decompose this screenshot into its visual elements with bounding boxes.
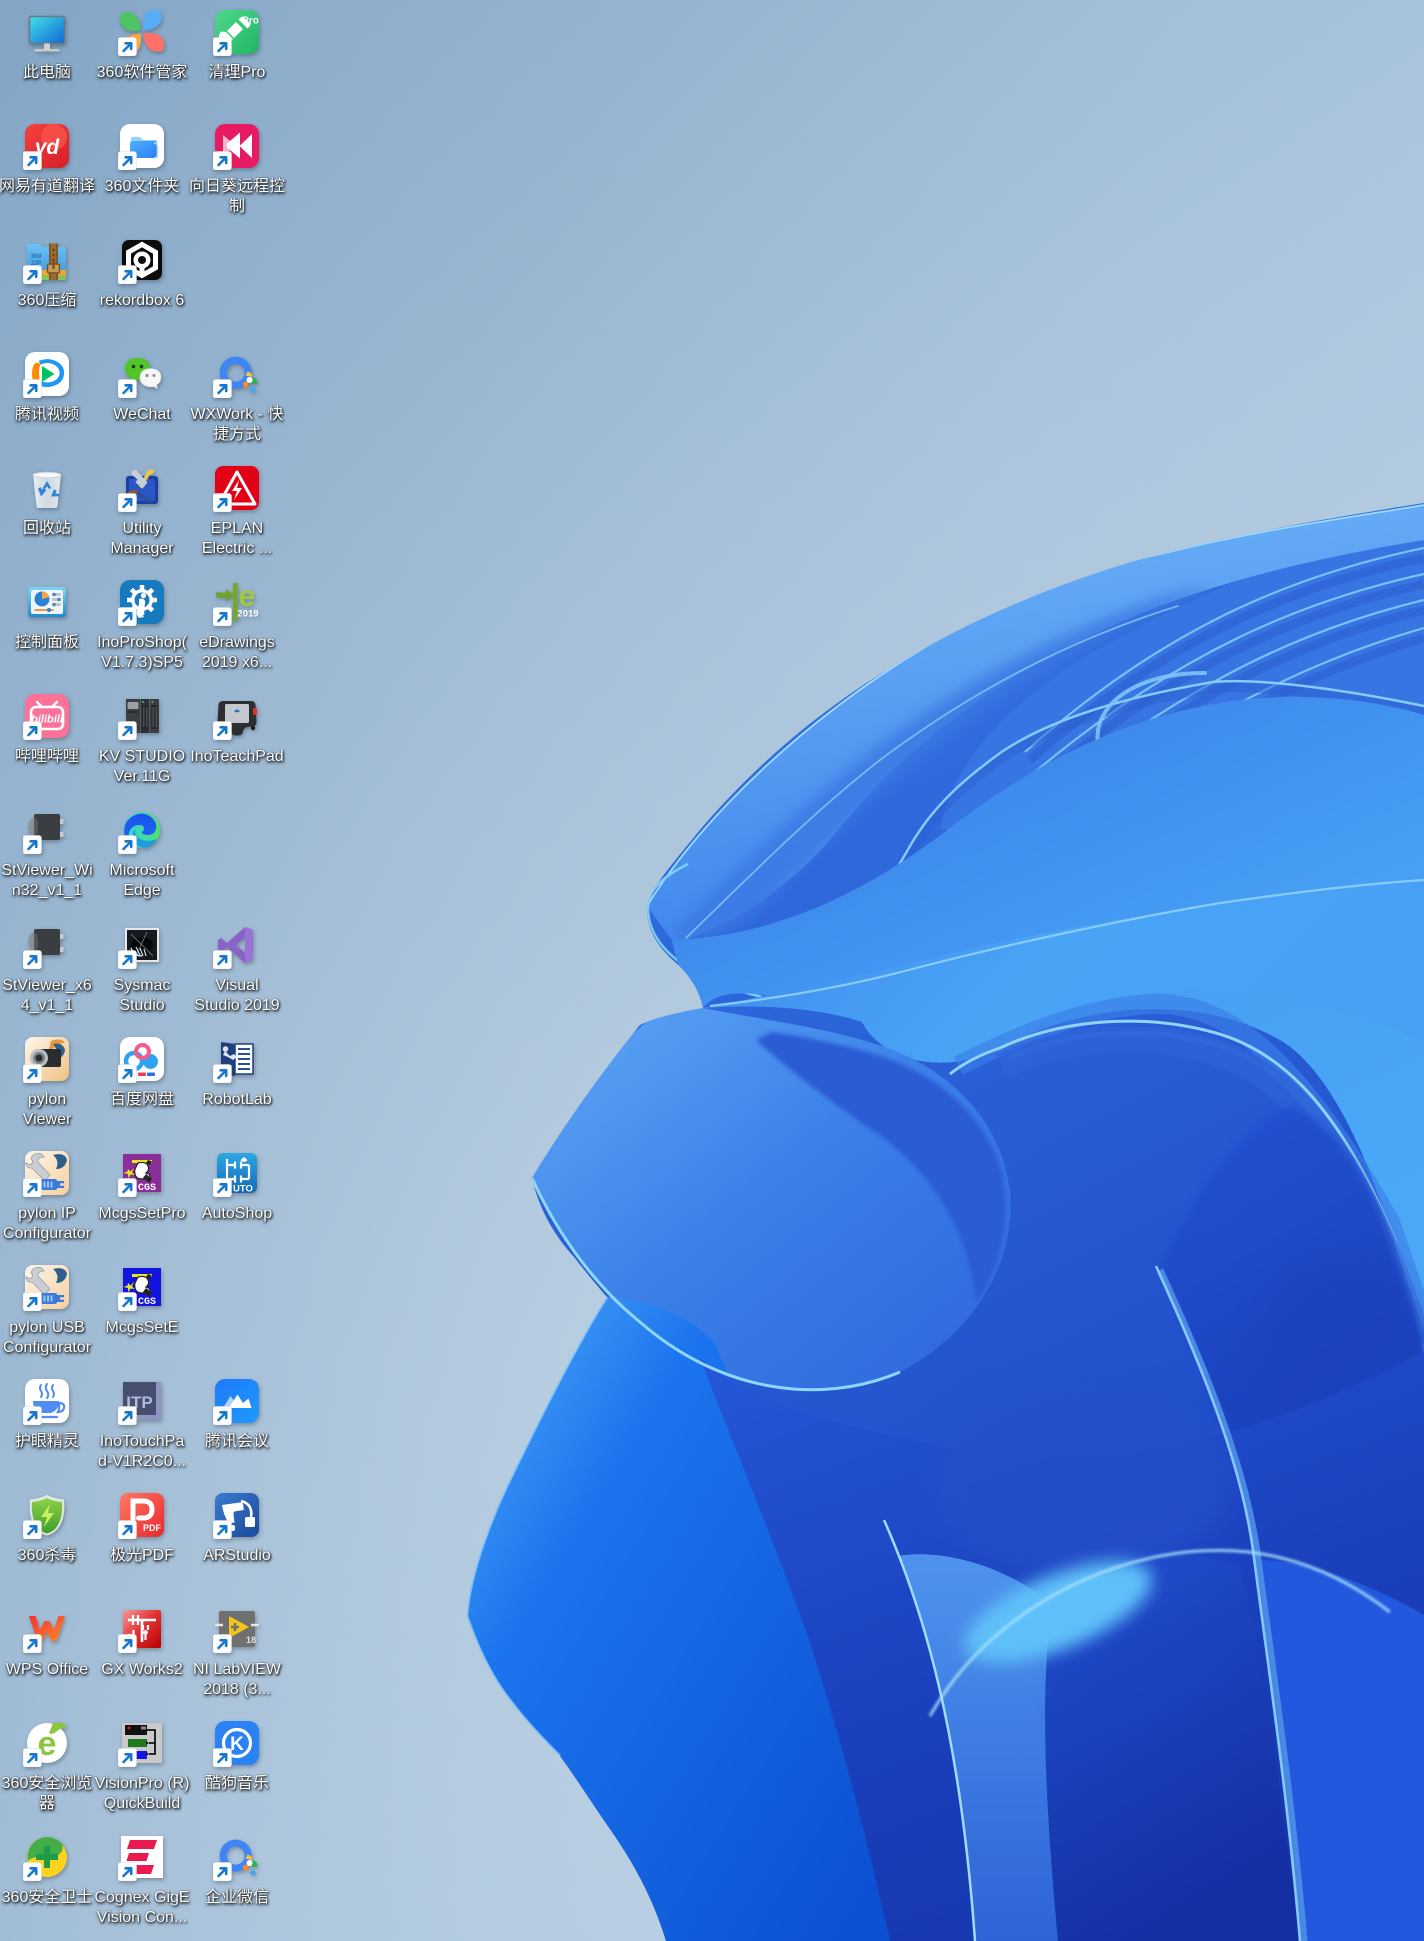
svg-text:PDF: PDF: [143, 1523, 162, 1533]
svg-text:K: K: [230, 1734, 244, 1755]
svg-text:CGS: CGS: [138, 1297, 156, 1308]
svg-text:UTO: UTO: [233, 1184, 253, 1195]
svg-text:Pro: Pro: [242, 16, 259, 27]
svg-text:18: 18: [246, 1635, 256, 1645]
svg-text:2019: 2019: [237, 609, 258, 620]
svg-text:360: 360: [31, 253, 42, 260]
svg-text:CGS: CGS: [138, 1183, 156, 1194]
